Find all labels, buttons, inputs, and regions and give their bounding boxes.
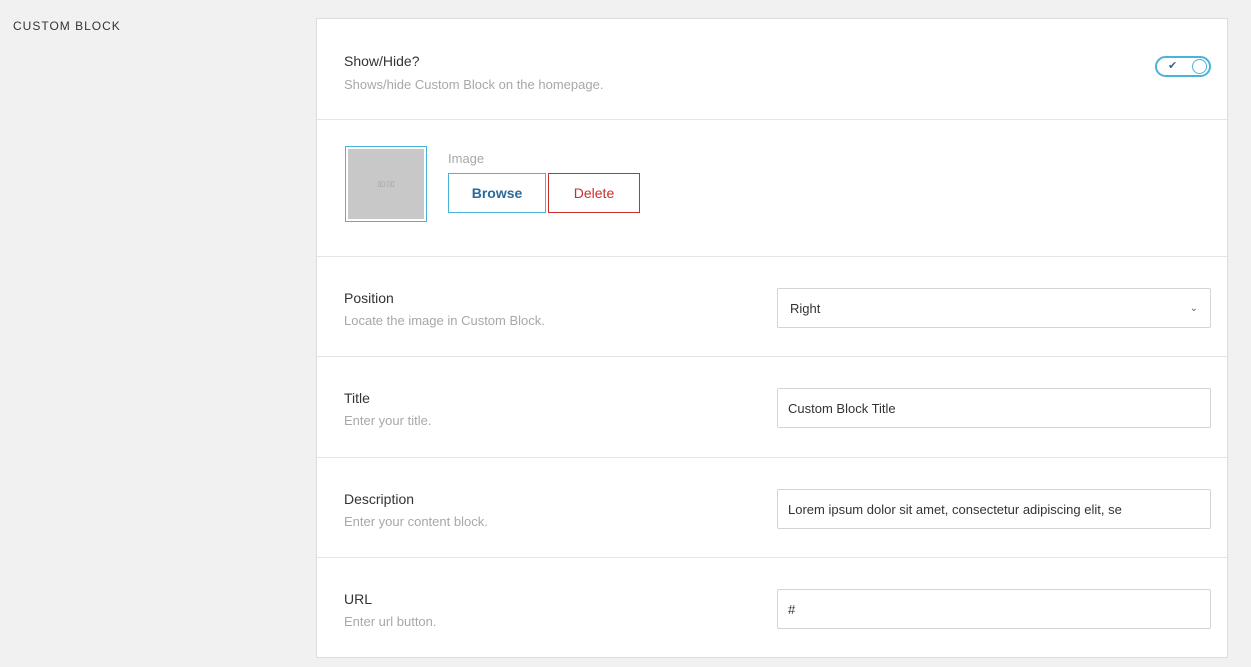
title-row: Title Enter your title. [317, 357, 1227, 458]
position-label: Position [344, 290, 394, 306]
show-hide-toggle[interactable]: ✔ [1155, 56, 1211, 77]
url-description: Enter url button. [344, 614, 437, 629]
custom-block-panel: Show/Hide? Shows/hide Custom Block on th… [316, 18, 1228, 658]
position-selected-value: Right [790, 300, 821, 316]
position-row: Position Locate the image in Custom Bloc… [317, 257, 1227, 357]
title-input[interactable] [777, 388, 1211, 428]
chevron-down-icon: ⌄ [1189, 302, 1198, 314]
title-label: Title [344, 390, 370, 406]
show-hide-description: Shows/hide Custom Block on the homepage. [344, 77, 604, 92]
url-row: URL Enter url button. [317, 558, 1227, 659]
title-description: Enter your title. [344, 413, 432, 428]
settings-page: CUSTOM BLOCK Show/Hide? Shows/hide Custo… [0, 0, 1251, 667]
image-label: Image [448, 151, 485, 166]
position-description: Locate the image in Custom Block. [344, 313, 545, 328]
description-description: Enter your content block. [344, 514, 488, 529]
show-hide-label: Show/Hide? [344, 53, 420, 69]
url-label: URL [344, 591, 373, 607]
image-row: ▯▯ ▯▯ Image Browse Delete [317, 120, 1227, 257]
url-input[interactable] [777, 589, 1211, 629]
description-label: Description [344, 491, 415, 507]
delete-button[interactable]: Delete [548, 173, 640, 213]
description-input[interactable] [777, 489, 1211, 529]
image-thumbnail[interactable]: ▯▯ ▯▯ [345, 146, 427, 222]
description-row: Description Enter your content block. [317, 458, 1227, 558]
browse-button[interactable]: Browse [448, 173, 546, 213]
section-label: CUSTOM BLOCK [13, 19, 121, 33]
image-placeholder-icon: ▯▯ ▯▯ [348, 149, 424, 219]
show-hide-row: Show/Hide? Shows/hide Custom Block on th… [317, 19, 1227, 120]
check-icon: ✔ [1168, 60, 1178, 72]
toggle-knob [1192, 59, 1207, 74]
position-select[interactable]: Right ⌄ [777, 288, 1211, 328]
